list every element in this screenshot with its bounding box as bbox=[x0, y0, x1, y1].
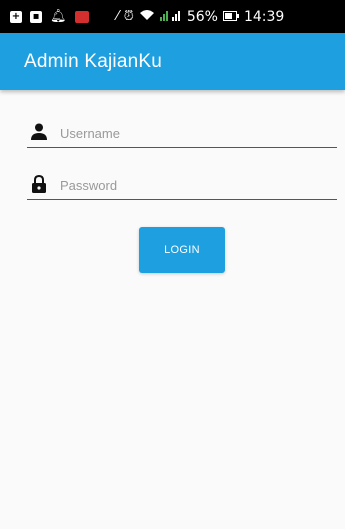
person-icon bbox=[31, 123, 47, 140]
username-field[interactable] bbox=[27, 118, 337, 148]
battery-percent: 56% bbox=[186, 8, 218, 25]
alarm-icon: ⏰︎ bbox=[123, 9, 134, 24]
app-bar: Admin KajianKu bbox=[0, 33, 345, 90]
notification-plus-icon: + bbox=[10, 10, 22, 23]
app-notification-icon bbox=[74, 10, 89, 23]
bell-icon: 🔔︎ bbox=[50, 9, 67, 24]
status-bar: + ▪ 🔔︎ ⁄ ⏰︎ 56% 14:39 bbox=[0, 0, 345, 33]
app-title: Admin KajianKu bbox=[24, 50, 162, 72]
status-time: 14:39 bbox=[243, 8, 285, 25]
sim-icon: ▪ bbox=[30, 10, 42, 23]
password-field[interactable] bbox=[27, 170, 337, 200]
mute-icon: ⁄ bbox=[116, 9, 119, 24]
password-input[interactable] bbox=[60, 174, 330, 196]
lock-icon bbox=[32, 175, 46, 193]
battery-icon bbox=[222, 9, 239, 25]
wifi-icon bbox=[139, 9, 155, 24]
login-button[interactable]: LOGIN bbox=[139, 227, 225, 273]
signal-icon bbox=[159, 9, 182, 25]
username-input[interactable] bbox=[60, 122, 330, 144]
